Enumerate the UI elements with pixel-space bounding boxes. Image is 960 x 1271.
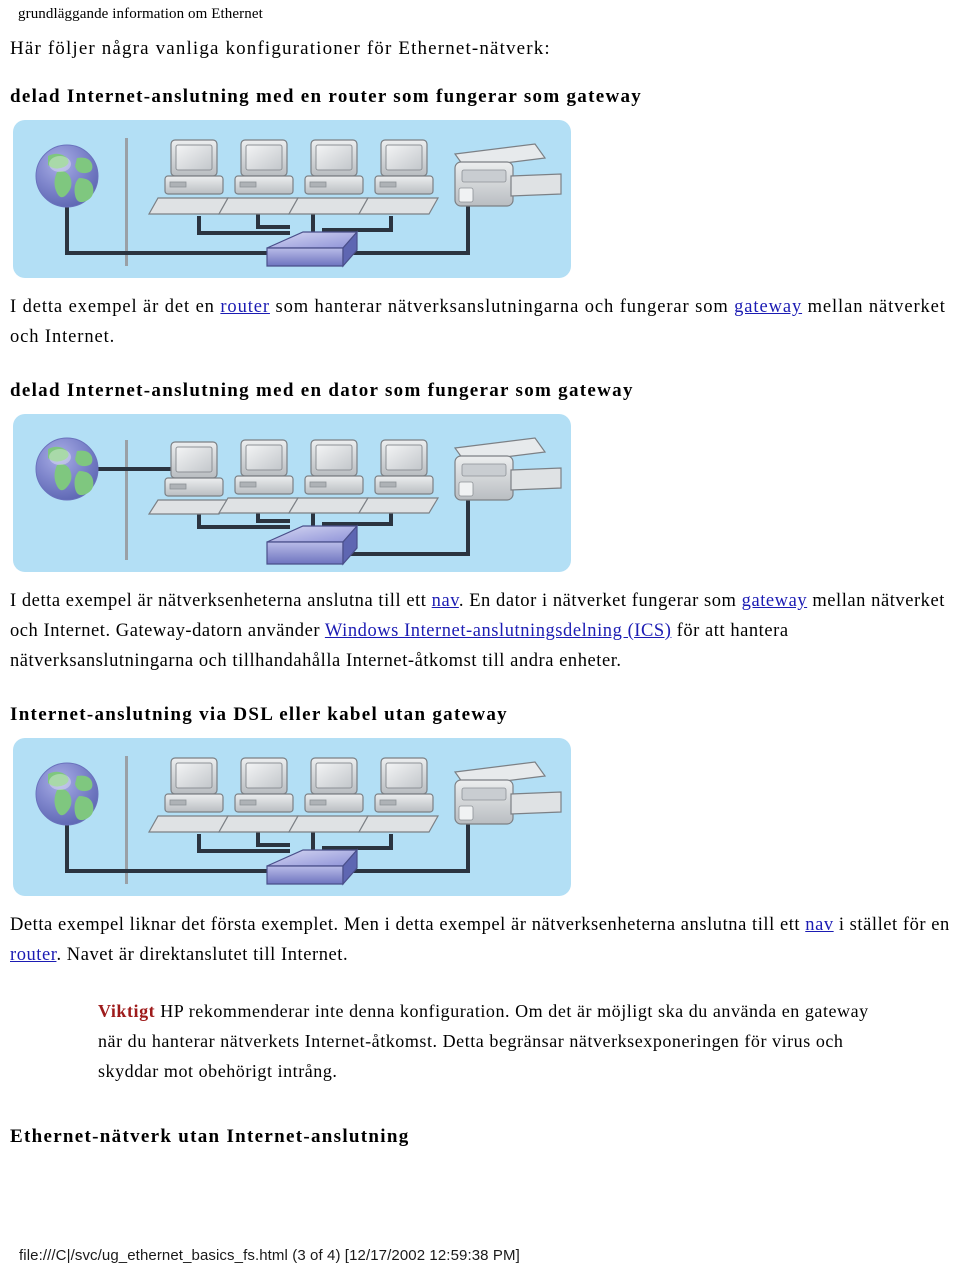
router-device — [266, 230, 359, 268]
dsl-no-gateway-network-diagram — [13, 738, 571, 896]
link-gateway[interactable]: gateway — [734, 297, 802, 317]
computer-4 — [357, 757, 440, 833]
section-heading-3: Internet-anslutning via DSL eller kabel … — [10, 704, 508, 725]
section-paragraph-3: Detta exempel liknar det första exemplet… — [8, 910, 952, 970]
link-router[interactable]: router — [220, 297, 270, 317]
network-demarcation-line — [125, 756, 128, 884]
printer-device — [453, 761, 562, 825]
document-page: grundläggande information om Ethernet Hä… — [0, 0, 960, 1271]
network-demarcation-line — [125, 440, 128, 560]
computer-1 — [147, 757, 230, 833]
router-gateway-network-diagram — [13, 120, 571, 278]
text-fragment: . En dator i nätverket fungerar som — [458, 591, 742, 611]
computer-2 — [217, 139, 300, 215]
note-label: Viktigt — [98, 1001, 156, 1021]
computer-3 — [287, 439, 370, 514]
link-nav[interactable]: nav — [805, 915, 833, 935]
computer-4 — [357, 139, 440, 215]
lead-paragraph: Här följer några vanliga konfigurationer… — [10, 38, 551, 59]
link-router[interactable]: router — [10, 945, 56, 965]
network-demarcation-line — [125, 138, 128, 266]
internet-globe-icon — [35, 144, 99, 208]
section-heading-1: delad Internet-anslutning med en router … — [10, 86, 643, 107]
computer-4 — [357, 439, 440, 514]
section-heading-4: Ethernet-nätverk utan Internet-anslutnin… — [10, 1126, 410, 1147]
internet-globe-icon — [35, 762, 99, 826]
computer-3 — [287, 757, 370, 833]
hub-device — [266, 848, 359, 886]
text-fragment: I detta exempel är nätverksenheterna ans… — [10, 591, 432, 611]
section-heading-2: delad Internet-anslutning med en dator s… — [10, 380, 634, 401]
text-fragment: i stället för en — [833, 915, 950, 935]
pc-gateway-network-diagram — [13, 414, 571, 572]
computer-1 — [147, 139, 230, 215]
hub-device — [266, 524, 359, 566]
computer-3 — [287, 139, 370, 215]
printer-device — [453, 437, 562, 501]
link-gateway[interactable]: gateway — [742, 591, 807, 611]
computer-2 — [217, 757, 300, 833]
computer-1-gateway — [147, 441, 230, 515]
text-fragment: Detta exempel liknar det första exemplet… — [10, 915, 806, 935]
note-text: HP rekommenderar inte denna konfiguratio… — [98, 1001, 869, 1081]
printer-device — [453, 143, 562, 207]
text-fragment: . Navet är direktanslutet till Internet. — [56, 945, 349, 965]
computer-2 — [217, 439, 300, 514]
internet-globe-icon — [35, 437, 99, 501]
page-footer: file:///C|/svc/ug_ethernet_basics_fs.htm… — [19, 1247, 520, 1264]
section-paragraph-2: I detta exempel är nätverksenheterna ans… — [8, 586, 952, 676]
document-content: Här följer några vanliga konfigurationer… — [8, 36, 952, 1160]
link-nav[interactable]: nav — [432, 591, 459, 611]
important-note: Viktigt HP rekommenderar inte denna konf… — [8, 996, 952, 1086]
section-paragraph-1: I detta exempel är det en router som han… — [8, 292, 952, 352]
running-header: grundläggande information om Ethernet — [18, 6, 263, 22]
text-fragment: I detta exempel är det en — [10, 297, 221, 317]
link-windows-ics[interactable]: Windows Internet-anslutningsdelning (ICS… — [325, 621, 672, 641]
text-fragment: som hanterar nätverksanslutningarna och … — [269, 297, 735, 317]
